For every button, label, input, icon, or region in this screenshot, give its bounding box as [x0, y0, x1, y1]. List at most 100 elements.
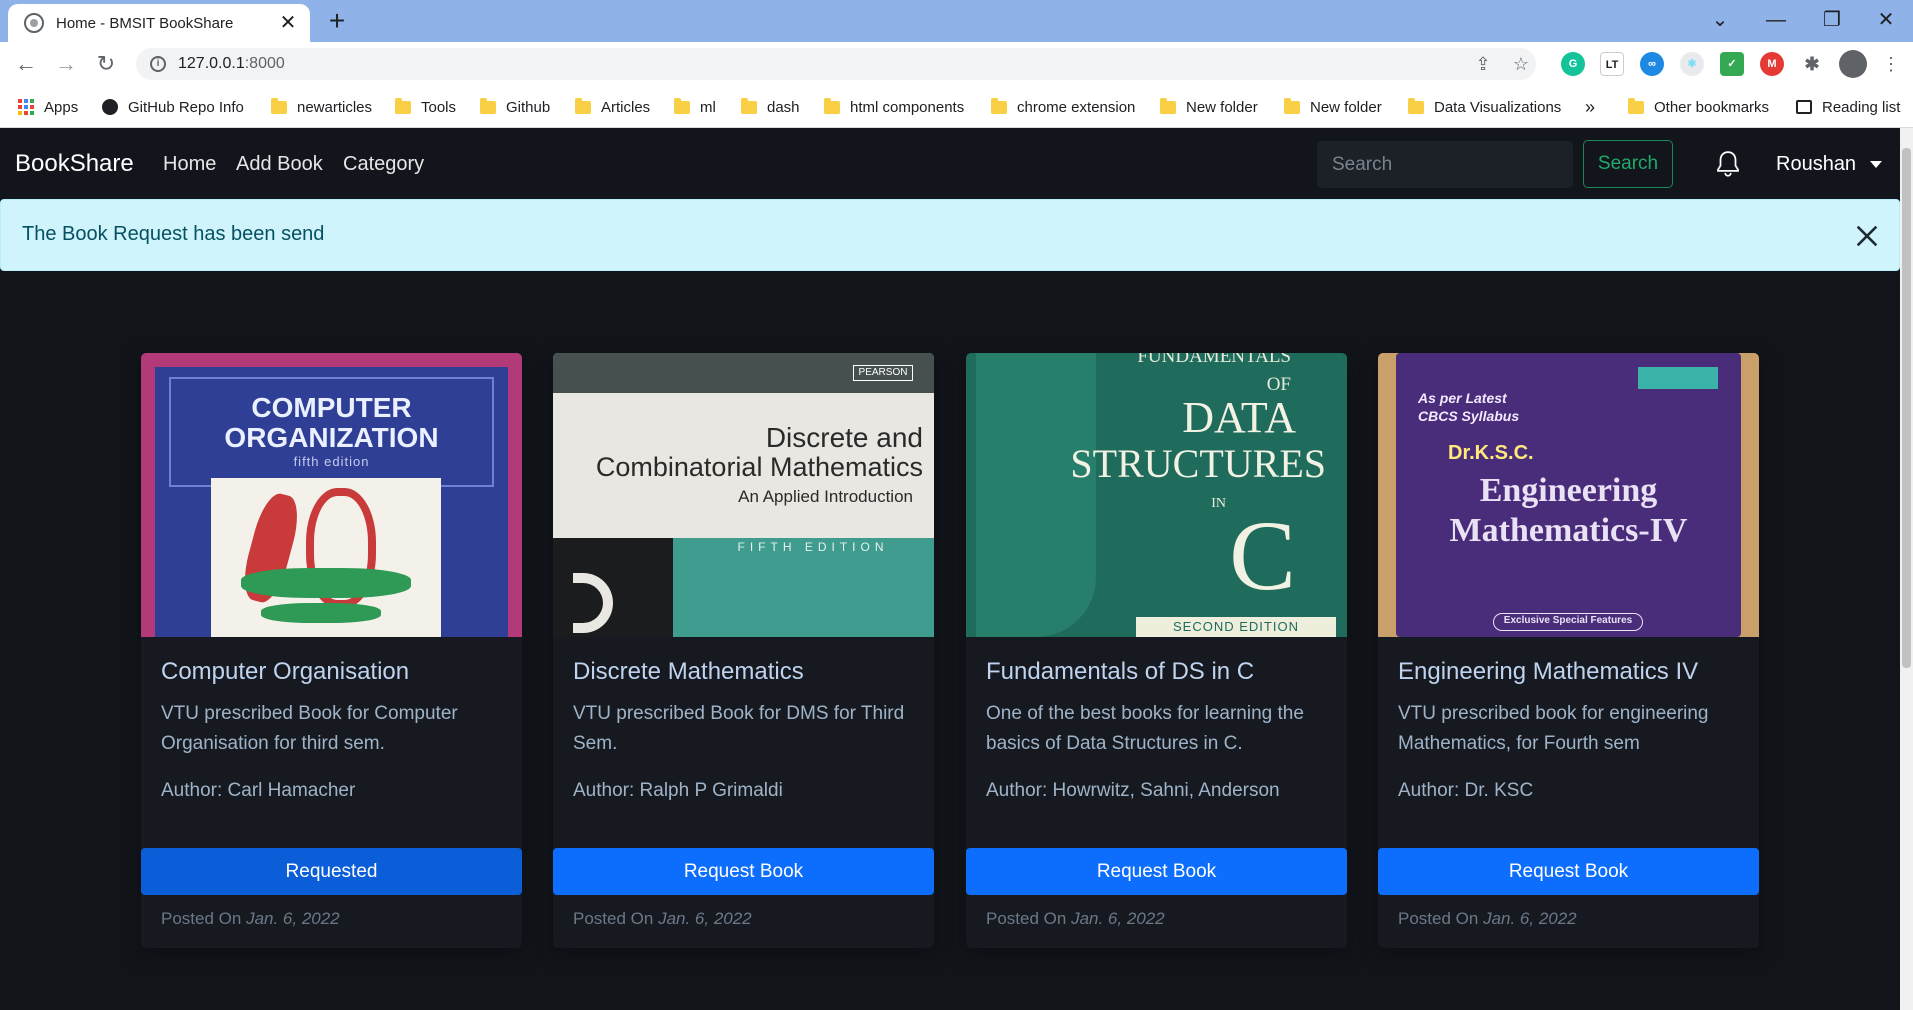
folder-icon: [1408, 97, 1424, 114]
url-port: :8000: [244, 55, 285, 72]
cover-title: OF: [1266, 374, 1291, 395]
bookmark-github[interactable]: Github: [480, 96, 550, 118]
folder-icon: [1160, 97, 1176, 114]
book-title: Engineering Mathematics IV: [1398, 658, 1699, 685]
react-devtools-extension-icon[interactable]: ⚛: [1680, 52, 1704, 76]
m-extension-icon[interactable]: M: [1760, 52, 1784, 76]
site-navbar: BookShare Home Add Book Category Search …: [0, 128, 1900, 199]
request-book-button[interactable]: Request Book: [966, 848, 1347, 895]
browser-tab[interactable]: Home - BMSIT BookShare ✕: [8, 4, 310, 42]
bookmark-github-repo-info[interactable]: GitHub Repo Info: [102, 96, 244, 118]
tab-close-icon[interactable]: ✕: [278, 13, 298, 33]
folder-icon: [674, 97, 690, 114]
browser-tabstrip: Home - BMSIT BookShare ✕ + ⌄ — ❐ ✕: [0, 0, 1913, 42]
bookmark-label: GitHub Repo Info: [128, 98, 244, 116]
bookmark-other-bookmarks[interactable]: Other bookmarks: [1628, 96, 1769, 118]
bookmark-ml[interactable]: ml: [674, 96, 716, 118]
infinity-extension-icon[interactable]: ∞: [1640, 52, 1664, 76]
tab-search-icon[interactable]: ⌄: [1700, 4, 1740, 36]
cover-title: C: [1229, 500, 1296, 611]
bookmark-articles[interactable]: Articles: [575, 96, 650, 118]
caret-down-icon: [1870, 161, 1883, 168]
new-tab-icon[interactable]: +: [322, 6, 352, 36]
bookmark-star-icon[interactable]: ☆: [1506, 48, 1536, 80]
cover-feature: Exclusive Special Features: [1503, 615, 1633, 626]
forward-icon[interactable]: →: [50, 48, 82, 80]
bookmark-newarticles[interactable]: newarticles: [271, 96, 372, 118]
nav-link-add-book[interactable]: Add Book: [236, 153, 323, 176]
bookmark-apps[interactable]: Apps: [18, 96, 78, 118]
alert-message: The Book Request has been send: [22, 223, 325, 245]
bookmark-data-visualizations[interactable]: Data Visualizations: [1408, 96, 1561, 118]
posted-label: Posted On: [161, 909, 242, 928]
bookmark-new-folder[interactable]: New folder: [1284, 96, 1382, 118]
folder-icon: [1628, 97, 1644, 114]
scrollbar-thumb[interactable]: [1902, 148, 1911, 668]
search-input[interactable]: [1317, 141, 1573, 188]
reload-icon[interactable]: ↻: [90, 48, 122, 80]
nav-link-category[interactable]: Category: [343, 153, 424, 176]
search-button[interactable]: Search: [1583, 140, 1673, 188]
posted-date: Posted On Jan. 6, 2022: [986, 909, 1165, 929]
bookmark-chrome-extension[interactable]: chrome extension: [991, 96, 1135, 118]
requested-button[interactable]: Requested: [141, 848, 522, 895]
bookmark-label: newarticles: [297, 98, 373, 116]
book-author: Author: Ralph P Grimaldi: [573, 780, 783, 801]
cover-title: FUNDAMENTALS: [1137, 353, 1291, 367]
posted-date: Posted On Jan. 6, 2022: [1398, 909, 1577, 929]
grammarly-extension-icon[interactable]: G: [1561, 52, 1585, 76]
window-close-icon[interactable]: ✕: [1866, 4, 1906, 36]
book-description: One of the best books for learning the b…: [986, 703, 1304, 754]
brand-link[interactable]: BookShare: [15, 150, 134, 178]
address-bar[interactable]: i 127.0.0.1:8000: [136, 48, 1536, 80]
page-scrollbar[interactable]: [1900, 128, 1913, 1010]
back-icon[interactable]: ←: [10, 48, 42, 80]
restore-icon[interactable]: ❐: [1812, 4, 1852, 36]
cover-edition: fifth edition: [293, 454, 370, 469]
nav-link-home[interactable]: Home: [163, 153, 216, 176]
folder-icon: [741, 97, 757, 114]
reading-list-icon: [1796, 100, 1812, 114]
browser-menu-icon[interactable]: ⋮: [1876, 48, 1906, 80]
request-book-button[interactable]: Request Book: [553, 848, 934, 895]
book-cover-image: FUNDAMENTALS OF DATA STRUCTURES IN C SEC…: [966, 353, 1347, 637]
bookmark-label: New folder: [1310, 98, 1382, 116]
book-title: Fundamentals of DS in C: [986, 658, 1255, 685]
bookmark-html-components[interactable]: html components: [824, 96, 964, 118]
alert-info: The Book Request has been send: [0, 199, 1900, 271]
request-book-button[interactable]: Request Book: [1378, 848, 1759, 895]
book-author: Author: Carl Hamacher: [161, 780, 356, 801]
bookmarks-overflow-chevron-icon[interactable]: »: [1585, 96, 1595, 118]
bookmark-label: Github: [506, 98, 551, 116]
site-favicon-icon: [24, 13, 44, 33]
site-info-icon[interactable]: i: [150, 56, 166, 72]
bookmark-new-folder[interactable]: New folder: [1160, 96, 1258, 118]
share-icon[interactable]: ⇪: [1468, 48, 1498, 80]
book-cover-image: As per Latest CBCS Syllabus Dr.K.S.C. En…: [1378, 353, 1759, 637]
globe-icon: [102, 99, 118, 115]
bookmark-label: Other bookmarks: [1654, 98, 1770, 116]
bookmark-tools[interactable]: Tools: [395, 96, 456, 118]
posted-date-value: Jan. 6, 2022: [1483, 909, 1577, 928]
shield-extension-icon[interactable]: ✓: [1720, 52, 1744, 76]
cover-edition: SECOND EDITION: [1173, 619, 1299, 634]
languagetool-extension-icon[interactable]: LT: [1600, 52, 1624, 76]
folder-icon: [480, 97, 496, 114]
posted-date-value: Jan. 6, 2022: [246, 909, 340, 928]
extensions-puzzle-icon[interactable]: ✱: [1800, 52, 1824, 76]
user-dropdown[interactable]: Roushan: [1776, 153, 1883, 176]
reading-list-button[interactable]: Reading list: [1796, 96, 1900, 118]
cover-title: Mathematics-IV: [1449, 512, 1688, 549]
cover-title: Discrete and: [765, 422, 923, 453]
book-card: PEARSON Discrete and Combinatorial Mathe…: [553, 353, 934, 948]
book-card: As per Latest CBCS Syllabus Dr.K.S.C. En…: [1378, 353, 1759, 948]
bell-icon[interactable]: [1713, 148, 1743, 180]
folder-icon: [824, 97, 840, 114]
bookmarks-bar: Apps GitHub Repo Info newarticles Tools …: [0, 86, 1913, 128]
bookmark-label: ml: [700, 98, 716, 116]
close-icon[interactable]: [1853, 222, 1881, 250]
posted-date-value: Jan. 6, 2022: [1071, 909, 1165, 928]
profile-avatar[interactable]: [1839, 50, 1867, 78]
bookmark-dash[interactable]: dash: [741, 96, 800, 118]
minimize-icon[interactable]: —: [1756, 4, 1796, 36]
